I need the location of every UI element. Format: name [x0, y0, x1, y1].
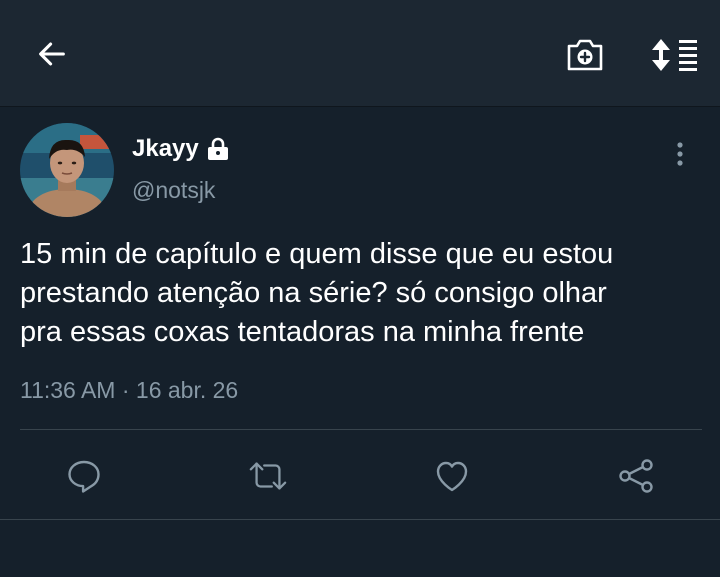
lock-icon: [205, 137, 231, 161]
more-options-icon[interactable]: [668, 139, 692, 169]
display-name[interactable]: Jkayy: [132, 135, 199, 163]
camera-plus-icon[interactable]: [560, 34, 610, 76]
tweet-timestamp[interactable]: 11:36 AM · 16 abr. 26: [20, 377, 238, 404]
tweet-text-line: prestando atenção na série? só consigo o…: [20, 277, 607, 309]
reply-icon[interactable]: [64, 458, 104, 494]
retweet-icon[interactable]: [248, 458, 288, 494]
tweet-text-line: pra essas coxas tentadoras na minha fren…: [20, 316, 585, 348]
share-icon[interactable]: [616, 458, 656, 494]
tweet-text-line: 15 min de capítulo e quem disse que eu e…: [20, 238, 614, 270]
sort-lines-icon[interactable]: [648, 34, 702, 76]
like-icon[interactable]: [432, 458, 472, 494]
back-arrow-icon[interactable]: [30, 34, 74, 74]
user-handle[interactable]: @notsjk: [132, 177, 215, 204]
tweet-text: 15 min de capítulo e quem disse que eu e…: [20, 235, 710, 352]
top-app-bar: [0, 0, 720, 107]
tweet-actions: [0, 430, 720, 520]
avatar[interactable]: [20, 123, 114, 217]
divider: [0, 519, 720, 520]
